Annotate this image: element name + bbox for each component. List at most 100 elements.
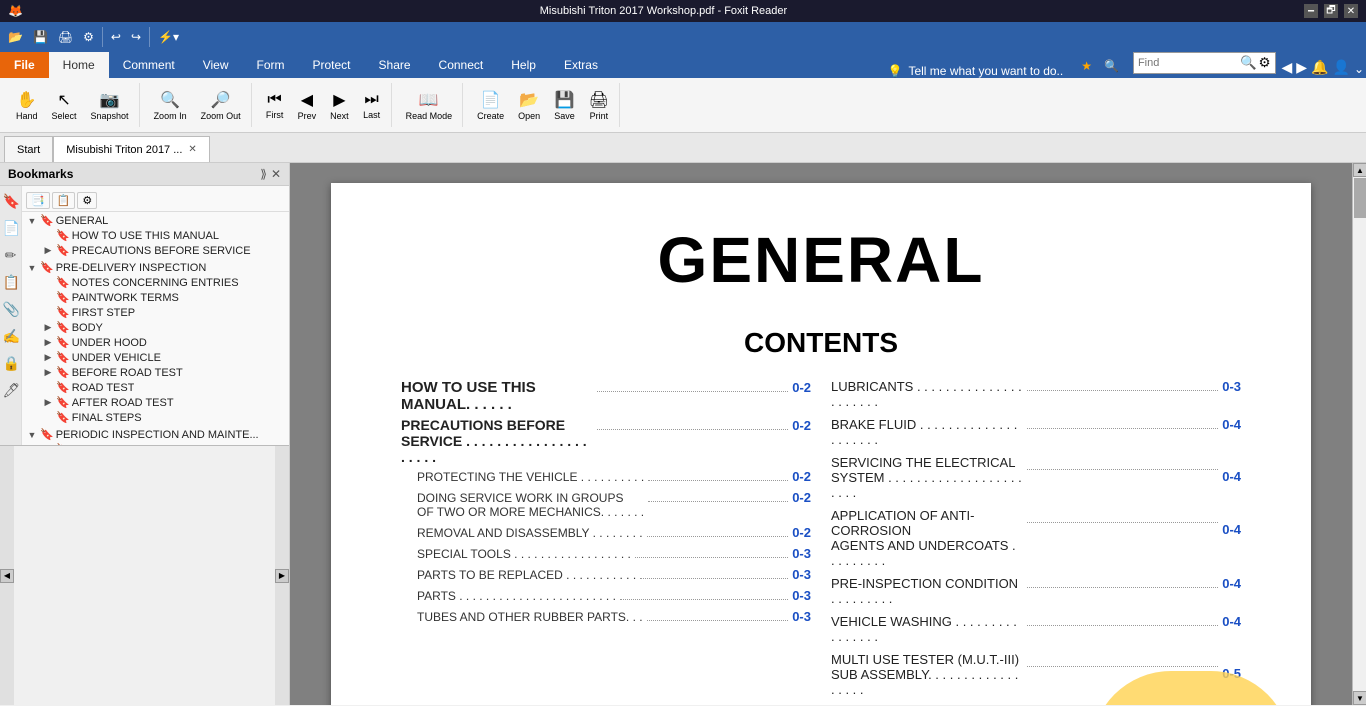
- scroll-down-button[interactable]: ▼: [1353, 691, 1366, 705]
- tree-row-road-test[interactable]: ▶ 🔖 ROAD TEST: [38, 380, 289, 395]
- tab-extras[interactable]: Extras: [550, 52, 612, 78]
- pages-icon-button[interactable]: 📄: [1, 217, 21, 240]
- prev-page-button[interactable]: ◀Prev: [292, 87, 323, 124]
- expand-icon-periodic[interactable]: ▼: [26, 429, 38, 441]
- save-doc-button[interactable]: 💾Save: [548, 87, 581, 124]
- title-bar-controls[interactable]: 🗕 🗗 ✕: [1304, 4, 1358, 18]
- read-mode-button[interactable]: 📖Read Mode: [400, 87, 459, 124]
- tab-comment[interactable]: Comment: [109, 52, 189, 78]
- expand-icon-under-vehicle[interactable]: ▶: [42, 352, 54, 364]
- tabs-bar: Start Misubishi Triton 2017 ... ✕: [0, 133, 1366, 163]
- expand-icon-after-road[interactable]: ▶: [42, 397, 54, 409]
- minimize-button[interactable]: 🗕: [1304, 4, 1318, 18]
- sidebar-expand-button[interactable]: ⟫: [260, 167, 267, 181]
- expand-icon-body[interactable]: ▶: [42, 322, 54, 334]
- tree-row-general[interactable]: ▼ 🔖 GENERAL: [22, 213, 289, 228]
- title-bar-icons: 🦊: [8, 4, 23, 18]
- tree-row-under-vehicle[interactable]: ▶ 🔖 UNDER VEHICLE: [38, 350, 289, 365]
- user-profile-button[interactable]: 👤: [1331, 57, 1352, 78]
- annotations-icon-button[interactable]: ✏: [1, 244, 21, 267]
- stamp-icon-button[interactable]: 🖊: [1, 379, 21, 402]
- tab-close-button[interactable]: ✕: [188, 144, 196, 155]
- snapshot-button[interactable]: 📷Snapshot: [85, 87, 135, 124]
- tab-help[interactable]: Help: [497, 52, 550, 78]
- nav-next-button[interactable]: ▶: [1294, 57, 1309, 78]
- tree-row-notes[interactable]: ▶ 🔖 NOTES CONCERNING ENTRIES: [38, 275, 289, 290]
- bookmarks-icon-button[interactable]: 🔖: [1, 190, 21, 213]
- signatures-icon-button[interactable]: ✍: [1, 325, 21, 348]
- tab-form[interactable]: Form: [243, 52, 299, 78]
- tab-start-label: Start: [17, 144, 40, 156]
- expand-icon-general[interactable]: ▼: [26, 215, 38, 227]
- tree-row-body[interactable]: ▶ 🔖 BODY: [38, 320, 289, 335]
- toc-sub-label-tubes: TUBES AND OTHER RUBBER PARTS. . .: [417, 610, 643, 624]
- properties-button[interactable]: ⚙: [79, 25, 98, 49]
- close-button[interactable]: ✕: [1344, 4, 1358, 18]
- scroll-up-button[interactable]: ▲: [1353, 163, 1366, 177]
- bookmark-collapse-all[interactable]: 📑: [26, 192, 50, 209]
- expand-ribbon-button[interactable]: ⌄: [1352, 60, 1366, 78]
- tree-row-after-road[interactable]: ▶ 🔖 AFTER ROAD TEST: [38, 395, 289, 410]
- find-button[interactable]: 🔍: [1100, 54, 1123, 78]
- tree-row-first-step[interactable]: ▶ 🔖 FIRST STEP: [38, 305, 289, 320]
- sidebar-scroll-left[interactable]: ◀: [0, 569, 14, 583]
- find-search-icon[interactable]: 🔍: [1240, 55, 1257, 71]
- tree-row-under-hood[interactable]: ▶ 🔖 UNDER HOOD: [38, 335, 289, 350]
- tree-row-final-steps[interactable]: ▶ 🔖 FINAL STEPS: [38, 410, 289, 425]
- tab-connect[interactable]: Connect: [425, 52, 498, 78]
- undo-button[interactable]: ↩: [107, 25, 125, 49]
- tree-row-paintwork[interactable]: ▶ 🔖 PAINTWORK TERMS: [38, 290, 289, 305]
- bookmark-star-button[interactable]: ★: [1077, 54, 1096, 78]
- maximize-button[interactable]: 🗗: [1324, 4, 1338, 18]
- tab-file[interactable]: File: [0, 52, 49, 78]
- find-input[interactable]: [1138, 57, 1238, 69]
- next-page-button[interactable]: ▶Next: [324, 87, 355, 124]
- tree-row-precautions[interactable]: ▶ 🔖 PRECAUTIONS BEFORE SERVICE: [38, 243, 289, 258]
- find-settings-icon[interactable]: ⚙: [1259, 55, 1271, 71]
- sidebar-collapse-button[interactable]: ✕: [271, 167, 281, 181]
- tree-row-how-to-use[interactable]: ▶ 🔖 HOW TO USE THIS MANUAL: [38, 228, 289, 243]
- tree-row-before-road[interactable]: ▶ 🔖 BEFORE ROAD TEST: [38, 365, 289, 380]
- zoom-in-button[interactable]: 🔍Zoom In: [148, 87, 193, 124]
- tree-row-pre-delivery[interactable]: ▼ 🔖 PRE-DELIVERY INSPECTION: [22, 260, 289, 275]
- toc-sub-page-service-groups: 0-2: [792, 490, 811, 505]
- redo-button[interactable]: ↪: [127, 25, 145, 49]
- tab-document[interactable]: Misubishi Triton 2017 ... ✕: [53, 136, 210, 162]
- expand-icon-precautions[interactable]: ▶: [42, 245, 54, 257]
- tab-home[interactable]: Home: [49, 52, 109, 78]
- zoom-out-button[interactable]: 🔎Zoom Out: [195, 87, 247, 124]
- expand-icon-before-road[interactable]: ▶: [42, 367, 54, 379]
- print-button[interactable]: 🖨: [54, 25, 77, 49]
- security-icon-button[interactable]: 🔒: [1, 352, 21, 375]
- sidebar-scroll-right[interactable]: ▶: [275, 569, 289, 583]
- quick-action-button[interactable]: ⚡▾: [154, 25, 183, 49]
- pdf-page: GENERAL CONTENTS HOW TO USE THIS MANUAL.…: [331, 183, 1311, 705]
- save-button[interactable]: 💾: [29, 25, 52, 49]
- tree-row-periodic[interactable]: ▼ 🔖 PERIODIC INSPECTION AND MAINTE...: [22, 427, 289, 442]
- open-button[interactable]: 📂: [4, 25, 27, 49]
- tab-share[interactable]: Share: [365, 52, 425, 78]
- first-page-button[interactable]: ⏮First: [260, 88, 290, 123]
- tree-label-paintwork: PAINTWORK TERMS: [72, 292, 179, 304]
- open-doc-button[interactable]: 📂Open: [512, 87, 546, 124]
- last-page-button[interactable]: ⏭Last: [357, 88, 387, 123]
- bookmark-icon-road-test: 🔖: [56, 381, 70, 394]
- right-scrollbar[interactable]: ▲ ▼: [1352, 163, 1366, 705]
- tab-view[interactable]: View: [189, 52, 243, 78]
- hand-tool-button[interactable]: ✋Hand: [10, 87, 44, 124]
- scroll-thumb[interactable]: [1354, 178, 1366, 218]
- bookmark-expand-all[interactable]: 📋: [52, 192, 76, 209]
- bookmark-options[interactable]: ⚙: [77, 192, 97, 209]
- expand-icon-pre-delivery[interactable]: ▼: [26, 262, 38, 274]
- sidebar-bottom-scrollbar[interactable]: ◀ ▶: [0, 445, 289, 705]
- expand-icon-under-hood[interactable]: ▶: [42, 337, 54, 349]
- layers-icon-button[interactable]: 📋: [1, 271, 21, 294]
- create-button[interactable]: 📄Create: [471, 87, 510, 124]
- select-button[interactable]: ↖Select: [46, 87, 83, 124]
- attachments-icon-button[interactable]: 📎: [1, 298, 21, 321]
- tab-start[interactable]: Start: [4, 136, 53, 162]
- nav-prev-button[interactable]: ◀: [1280, 57, 1295, 78]
- print-doc-button[interactable]: 🖨Print: [583, 87, 615, 124]
- notification-bell[interactable]: 🔔: [1309, 57, 1330, 78]
- tab-protect[interactable]: Protect: [299, 52, 365, 78]
